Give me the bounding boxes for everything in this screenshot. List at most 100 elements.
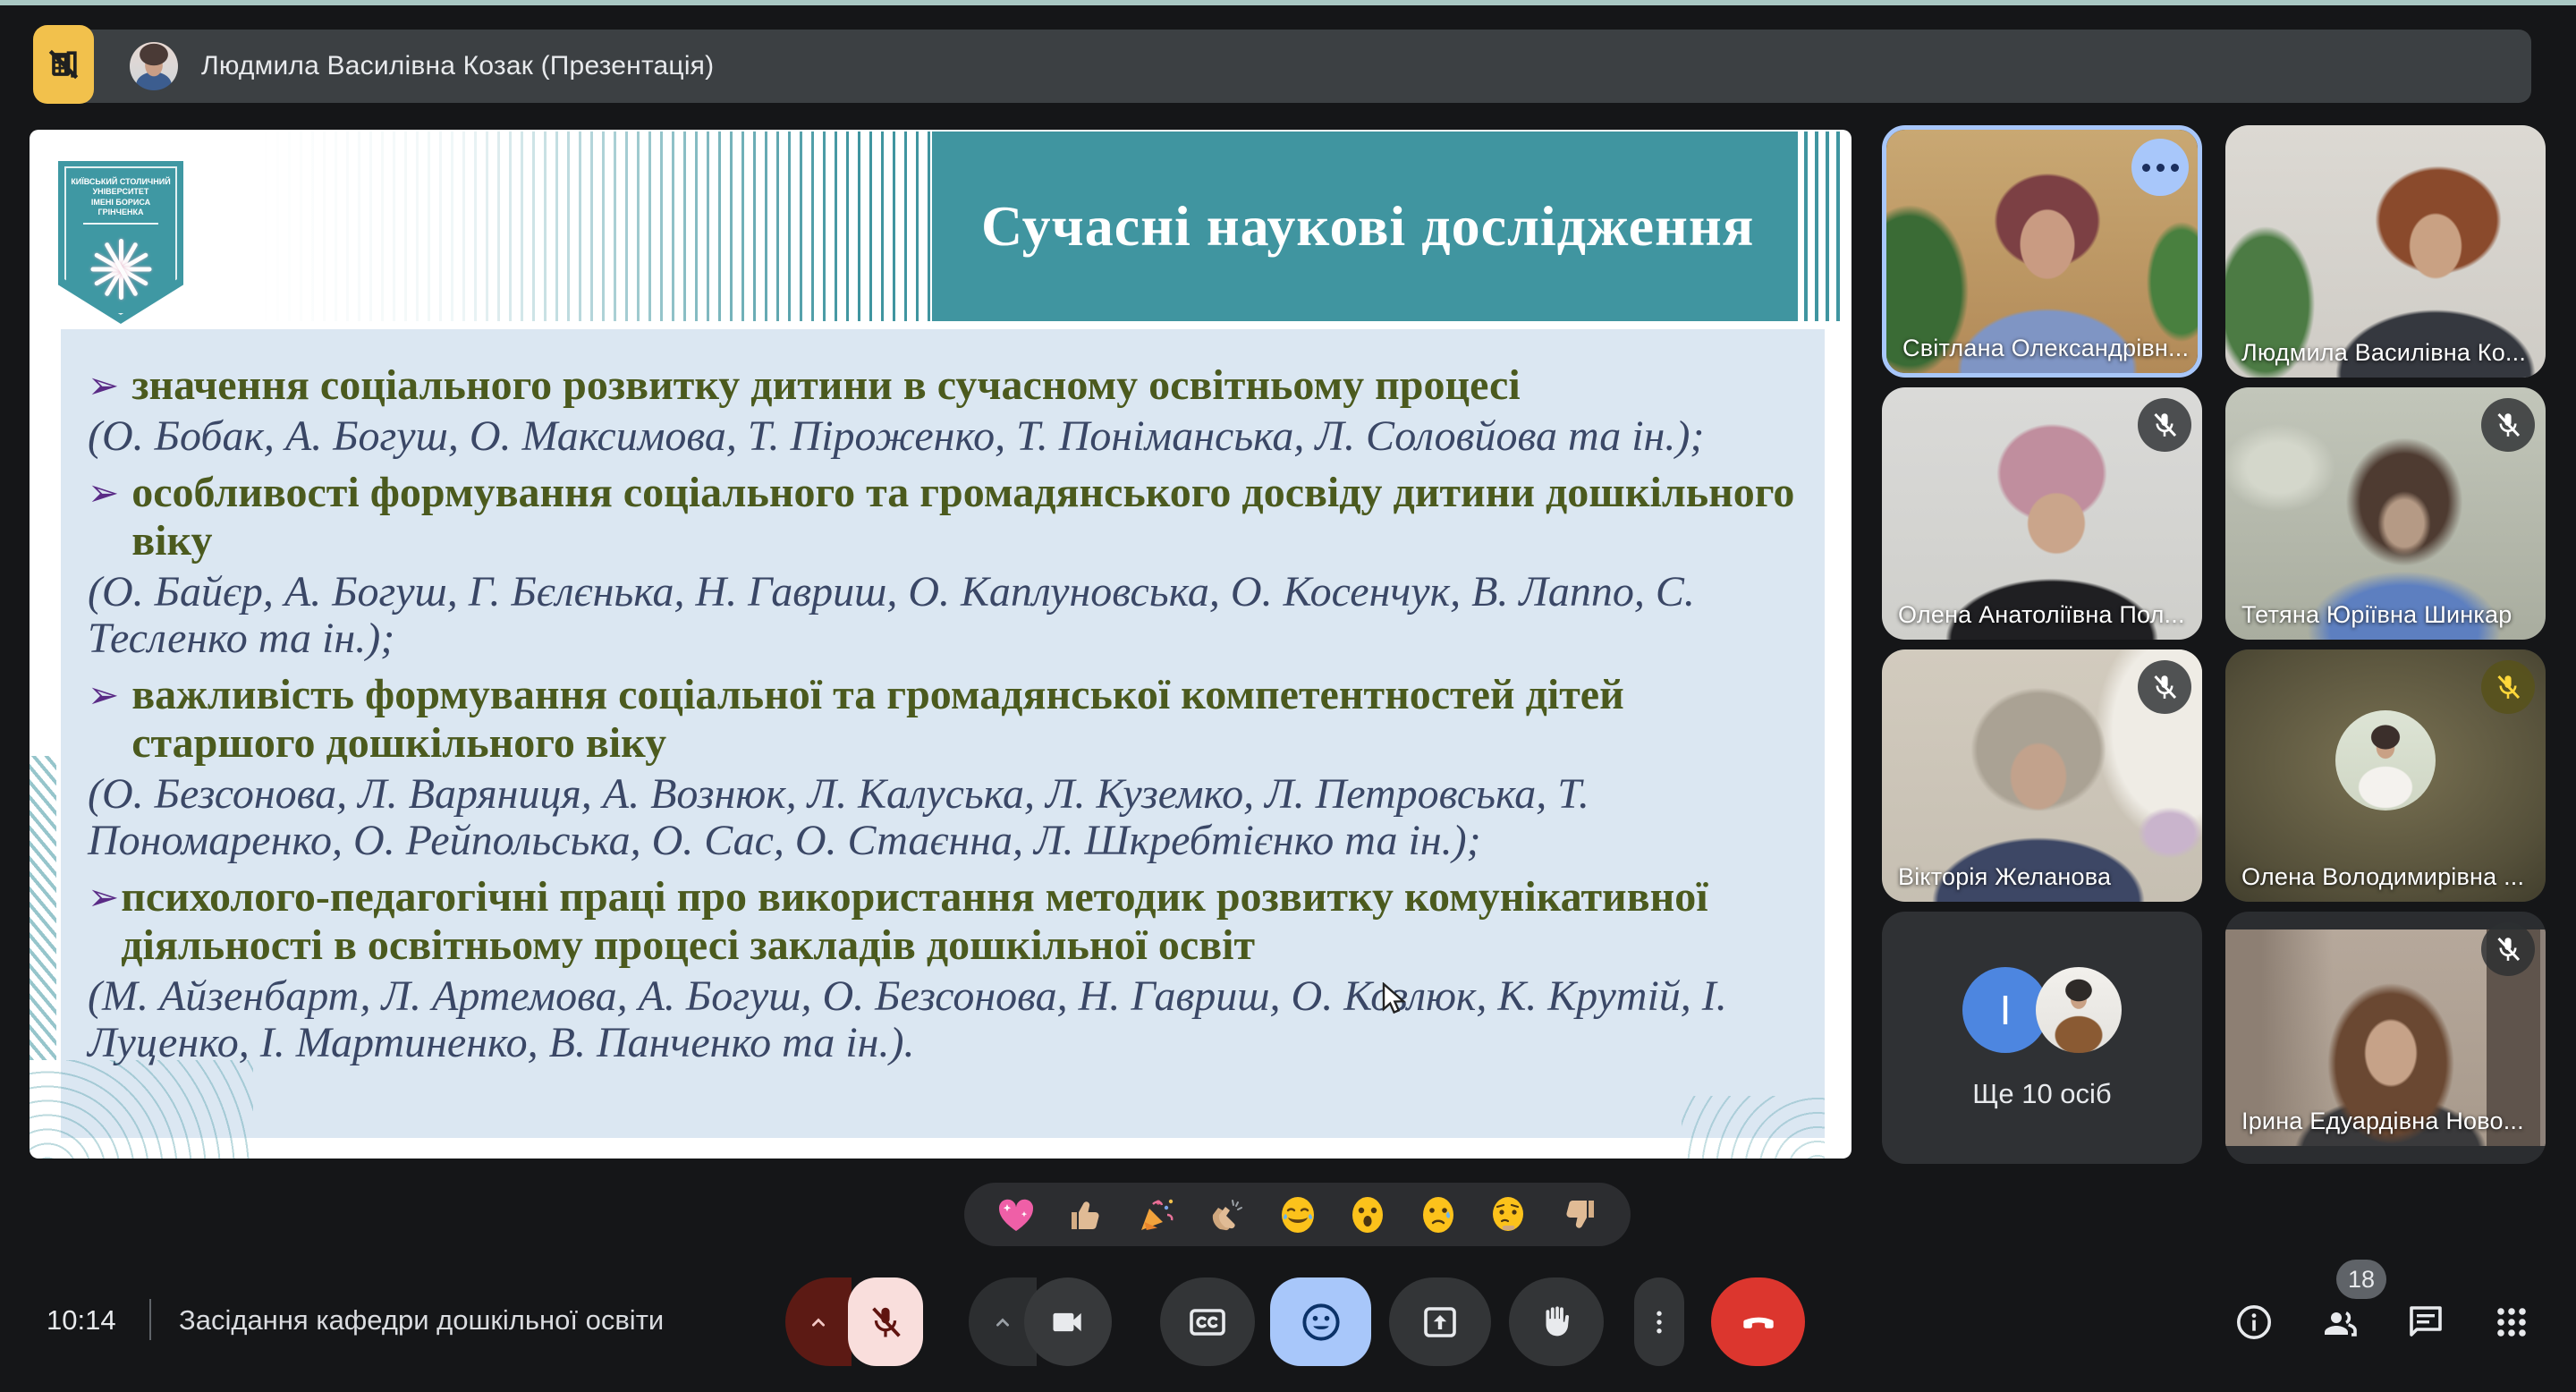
- block-heading: значення соціального розвитку дитини в с…: [131, 361, 1520, 410]
- participant-tile[interactable]: Людмила Василівна Ко...: [2225, 125, 2546, 378]
- people-icon: [2318, 1301, 2361, 1344]
- slide-header-stripes: [253, 132, 933, 321]
- block-authors: (О. Безсонова, Л. Варяниця, А. Вознюк, Л…: [88, 771, 1800, 864]
- logo-text-line1: КИЇВСЬКИЙ СТОЛИЧНИЙ УНІВЕРСИТЕТ: [71, 177, 171, 197]
- google-meet-window: Людмила Василівна Козак (Презентація) Су…: [0, 0, 2576, 1392]
- presenter-avatar: [130, 42, 178, 90]
- slide-corner-decoration-right: [1682, 1096, 1825, 1159]
- slide-block-3: ➢ важливість формування соціальної та гр…: [88, 671, 1800, 864]
- smiley-icon: [1298, 1299, 1344, 1345]
- hand-icon: [1536, 1302, 1577, 1343]
- block-heading: важливість формування соціальної та гром…: [131, 671, 1800, 768]
- participant-name: Світлана Олександрівн...: [1902, 335, 2189, 362]
- apps-grid-icon: [2490, 1301, 2533, 1344]
- camera-icon: [1048, 1303, 1088, 1342]
- logo-divider: [83, 223, 158, 225]
- bullet-arrow-icon: ➢: [88, 873, 119, 921]
- logo-starburst-icon: [87, 235, 155, 303]
- slide-block-2: ➢ особливості формування соціального та …: [88, 469, 1800, 662]
- tile-options-button[interactable]: [2131, 139, 2189, 196]
- participant-tile[interactable]: Олена Анатоліївна Пол...: [1882, 387, 2202, 640]
- captions-button[interactable]: [1160, 1277, 1255, 1366]
- participant-tile[interactable]: Світлана Олександрівн...: [1882, 125, 2202, 378]
- bullet-arrow-icon: ➢: [88, 469, 119, 517]
- participant-name: Тетяна Юріївна Шинкар: [2241, 601, 2512, 629]
- slide-content-panel: ➢ значення соціального розвитку дитини в…: [61, 329, 1825, 1138]
- mic-options-chevron[interactable]: [785, 1277, 852, 1366]
- more-participants-tile[interactable]: I Ще 10 осіб: [1882, 912, 2202, 1164]
- meeting-name: Засідання кафедри дошкільної освіти: [179, 1304, 664, 1337]
- photo-avatar: [2036, 967, 2122, 1053]
- mic-muted-icon: [2481, 660, 2535, 714]
- participant-name: Ірина Едуардівна Ново...: [2241, 1108, 2524, 1135]
- block-authors: (О. Бобак, А. Богуш, О. Максимова, Т. Пі…: [88, 413, 1800, 460]
- mic-button-group: [785, 1277, 923, 1366]
- more-options-button[interactable]: [1634, 1277, 1684, 1366]
- meeting-info-button[interactable]: [2233, 1301, 2275, 1344]
- participant-name: Олена Володимирівна ...: [2241, 863, 2524, 891]
- end-call-button[interactable]: [1711, 1277, 1805, 1366]
- screen-share-stopped-icon: [44, 45, 83, 84]
- camera-button-group: [969, 1277, 1112, 1366]
- more-vertical-icon: [1643, 1306, 1675, 1338]
- mic-muted-icon: [2481, 922, 2535, 976]
- participant-tile[interactable]: Вікторія Желанова: [1882, 649, 2202, 902]
- present-button[interactable]: [1389, 1277, 1491, 1366]
- crying-face-icon[interactable]: [1417, 1193, 1460, 1236]
- participant-tile[interactable]: Олена Володимирівна ...: [2225, 649, 2546, 902]
- show-participants-button[interactable]: [2318, 1301, 2361, 1344]
- mic-muted-icon: [2138, 660, 2191, 714]
- stacked-avatars: I: [1962, 965, 2122, 1055]
- mic-muted-icon: [2138, 398, 2191, 452]
- presenter-name: Людмила Василівна Козак (Презентація): [201, 51, 714, 81]
- end-call-icon: [1735, 1299, 1782, 1345]
- slide-corner-decoration-left: [30, 1060, 253, 1159]
- participant-count-badge: 18: [2336, 1260, 2386, 1299]
- info-icon: [2233, 1301, 2275, 1344]
- mouse-cursor: [1382, 982, 1414, 1024]
- party-popper-icon[interactable]: [1135, 1193, 1178, 1236]
- camera-button[interactable]: [1024, 1277, 1112, 1366]
- thumbs-down-icon[interactable]: [1557, 1193, 1600, 1236]
- slide-block-1: ➢ значення соціального розвитку дитини в…: [88, 361, 1800, 460]
- reactions-button[interactable]: [1270, 1277, 1371, 1366]
- logo-text-line2: ІМЕНІ БОРИСА ГРІНЧЕНКА: [71, 198, 171, 217]
- slide-title-band: Сучасні наукові дослідження: [932, 132, 1798, 321]
- chat-icon: [2404, 1301, 2447, 1344]
- participant-name: Олена Анатоліївна Пол...: [1898, 601, 2185, 629]
- participant-avatar: [2335, 710, 2436, 811]
- participant-name: Людмила Василівна Ко...: [2241, 339, 2526, 367]
- block-heading: особливості формування соціального та гр…: [131, 469, 1800, 565]
- slide-header-stripes-right: [1804, 132, 1845, 321]
- slide-title: Сучасні наукові дослідження: [932, 193, 1754, 259]
- clapping-hands-icon[interactable]: [1206, 1193, 1249, 1236]
- clock-time: 10:14: [47, 1304, 116, 1337]
- divider: [149, 1299, 151, 1340]
- shared-presentation-slide: Сучасні наукові дослідження КИЇВСЬКИЙ СТ…: [30, 130, 1852, 1159]
- sparkling-heart-icon[interactable]: [995, 1193, 1038, 1236]
- thumbs-up-icon[interactable]: [1065, 1193, 1108, 1236]
- participant-tile[interactable]: Ірина Едуардівна Ново...: [2225, 912, 2546, 1164]
- thinking-face-icon[interactable]: [1487, 1193, 1530, 1236]
- face-with-tears-of-joy-icon[interactable]: [1276, 1193, 1319, 1236]
- bullet-arrow-icon: ➢: [88, 671, 119, 719]
- mic-off-button[interactable]: [848, 1277, 923, 1366]
- presenter-pill[interactable]: Людмила Василівна Козак (Презентація): [69, 30, 2531, 103]
- participant-name: Вікторія Желанова: [1898, 863, 2111, 891]
- block-authors: (О. Байєр, А. Богуш, Г. Бєлєнька, Н. Гав…: [88, 569, 1800, 662]
- captions-icon: [1186, 1301, 1229, 1344]
- surprised-face-icon[interactable]: [1346, 1193, 1389, 1236]
- block-heading: психолого-педагогічні праці про використ…: [121, 873, 1800, 970]
- reactions-bar: [964, 1183, 1631, 1246]
- present-icon: [1419, 1301, 1462, 1344]
- raise-hand-button[interactable]: [1509, 1277, 1604, 1366]
- slide-block-4: ➢ психолого-педагогічні праці про викори…: [88, 873, 1800, 1066]
- more-participants-label: Ще 10 осіб: [1972, 1078, 2111, 1110]
- slide-edge-decoration: [30, 756, 56, 1060]
- share-screen-button[interactable]: [33, 25, 94, 104]
- screen-top-strip: [0, 0, 2576, 5]
- participant-tile[interactable]: Тетяна Юріївна Шинкар: [2225, 387, 2546, 640]
- bullet-arrow-icon: ➢: [88, 361, 119, 410]
- apps-button[interactable]: [2490, 1301, 2533, 1344]
- chat-button[interactable]: [2404, 1301, 2447, 1344]
